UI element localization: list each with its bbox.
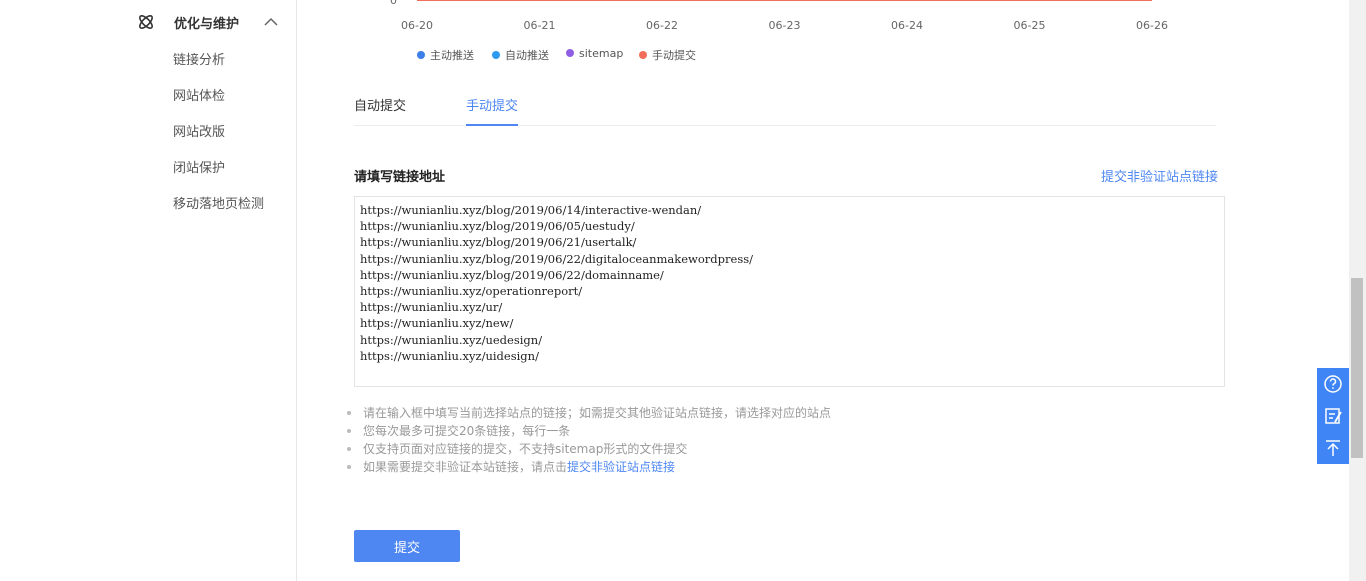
submit-tabs: 自动提交 手动提交 xyxy=(354,86,1216,126)
scrollbar[interactable] xyxy=(1349,0,1366,581)
atom-icon xyxy=(139,15,153,29)
x-tick-label: 06-26 xyxy=(1136,19,1168,32)
sidebar-item-link-analysis[interactable]: 链接分析 xyxy=(173,49,225,68)
back-to-top-icon[interactable] xyxy=(1317,432,1349,464)
scrollbar-thumb[interactable] xyxy=(1351,278,1363,458)
legend-label: sitemap xyxy=(579,47,624,60)
note-item: 如果需要提交非验证本站链接，请点击提交非验证站点链接 xyxy=(347,458,831,476)
feedback-icon[interactable] xyxy=(1317,400,1349,432)
submit-button[interactable]: 提交 xyxy=(354,530,460,562)
legend-dot-icon xyxy=(417,51,425,59)
legend-label: 手动提交 xyxy=(652,49,696,62)
submit-unverified-inline-link[interactable]: 提交非验证站点链接 xyxy=(567,460,675,474)
note-item: 仅支持页面对应链接的提交，不支持sitemap形式的文件提交 xyxy=(347,440,831,458)
legend-label: 主动推送 xyxy=(430,49,474,62)
x-tick-label: 06-23 xyxy=(769,19,801,32)
legend-item[interactable]: 手动提交 xyxy=(639,47,696,63)
x-tick-label: 06-24 xyxy=(891,19,923,32)
tab-auto-submit[interactable]: 自动提交 xyxy=(354,95,406,126)
note-item: 您每次最多可提交20条链接，每行一条 xyxy=(347,422,831,440)
help-icon[interactable] xyxy=(1317,368,1349,400)
x-tick-label: 06-21 xyxy=(524,19,556,32)
push-trend-chart: 0 06-20 06-21 06-22 06-23 06-24 06-25 06-26 xyxy=(390,0,1168,32)
sidebar-group-label: 优化与维护 xyxy=(174,17,240,32)
url-input-label: 请填写链接地址 xyxy=(354,170,446,185)
submit-unverified-link[interactable]: 提交非验证站点链接 xyxy=(1101,166,1218,185)
floating-toolbar xyxy=(1317,368,1349,464)
sidebar-item-site-revision[interactable]: 网站改版 xyxy=(173,121,225,140)
legend-item[interactable]: 自动推送 xyxy=(492,47,549,63)
note-text: 如果需要提交非验证本站链接，请点击 xyxy=(363,460,568,474)
help-notes: 请在输入框中填写当前选择站点的链接；如需提交其他验证站点链接，请选择对应的站点 … xyxy=(347,404,831,476)
sidebar: 优化与维护 链接分析 网站体检 网站改版 闭站保护 移动落地页检测 xyxy=(0,0,297,581)
legend-dot-icon xyxy=(492,51,500,59)
x-tick-label: 06-22 xyxy=(646,19,678,32)
url-textarea[interactable] xyxy=(354,196,1225,387)
x-tick-label: 06-20 xyxy=(401,19,433,32)
sidebar-item-mobile-landing-check[interactable]: 移动落地页检测 xyxy=(173,193,264,212)
tab-manual-submit[interactable]: 手动提交 xyxy=(466,95,519,126)
sidebar-group-optimize[interactable]: 优化与维护 xyxy=(136,10,286,34)
main-content: 0 06-20 06-21 06-22 06-23 06-24 06-25 06-26 主动推… xyxy=(297,0,1349,581)
legend-item[interactable]: 主动推送 xyxy=(417,47,474,63)
sidebar-item-closure-protection[interactable]: 闭站保护 xyxy=(173,157,225,176)
legend-dot-icon xyxy=(639,51,647,59)
chevron-up-icon[interactable] xyxy=(262,14,280,30)
sidebar-item-site-checkup[interactable]: 网站体检 xyxy=(173,85,225,104)
x-tick-label: 06-25 xyxy=(1014,19,1046,32)
note-item: 请在输入框中填写当前选择站点的链接；如需提交其他验证站点链接，请选择对应的站点 xyxy=(347,404,831,422)
y-tick-label: 0 xyxy=(390,0,397,7)
legend-dot-icon xyxy=(566,49,574,57)
legend-item[interactable]: sitemap xyxy=(566,47,623,60)
legend-label: 自动推送 xyxy=(505,49,549,62)
